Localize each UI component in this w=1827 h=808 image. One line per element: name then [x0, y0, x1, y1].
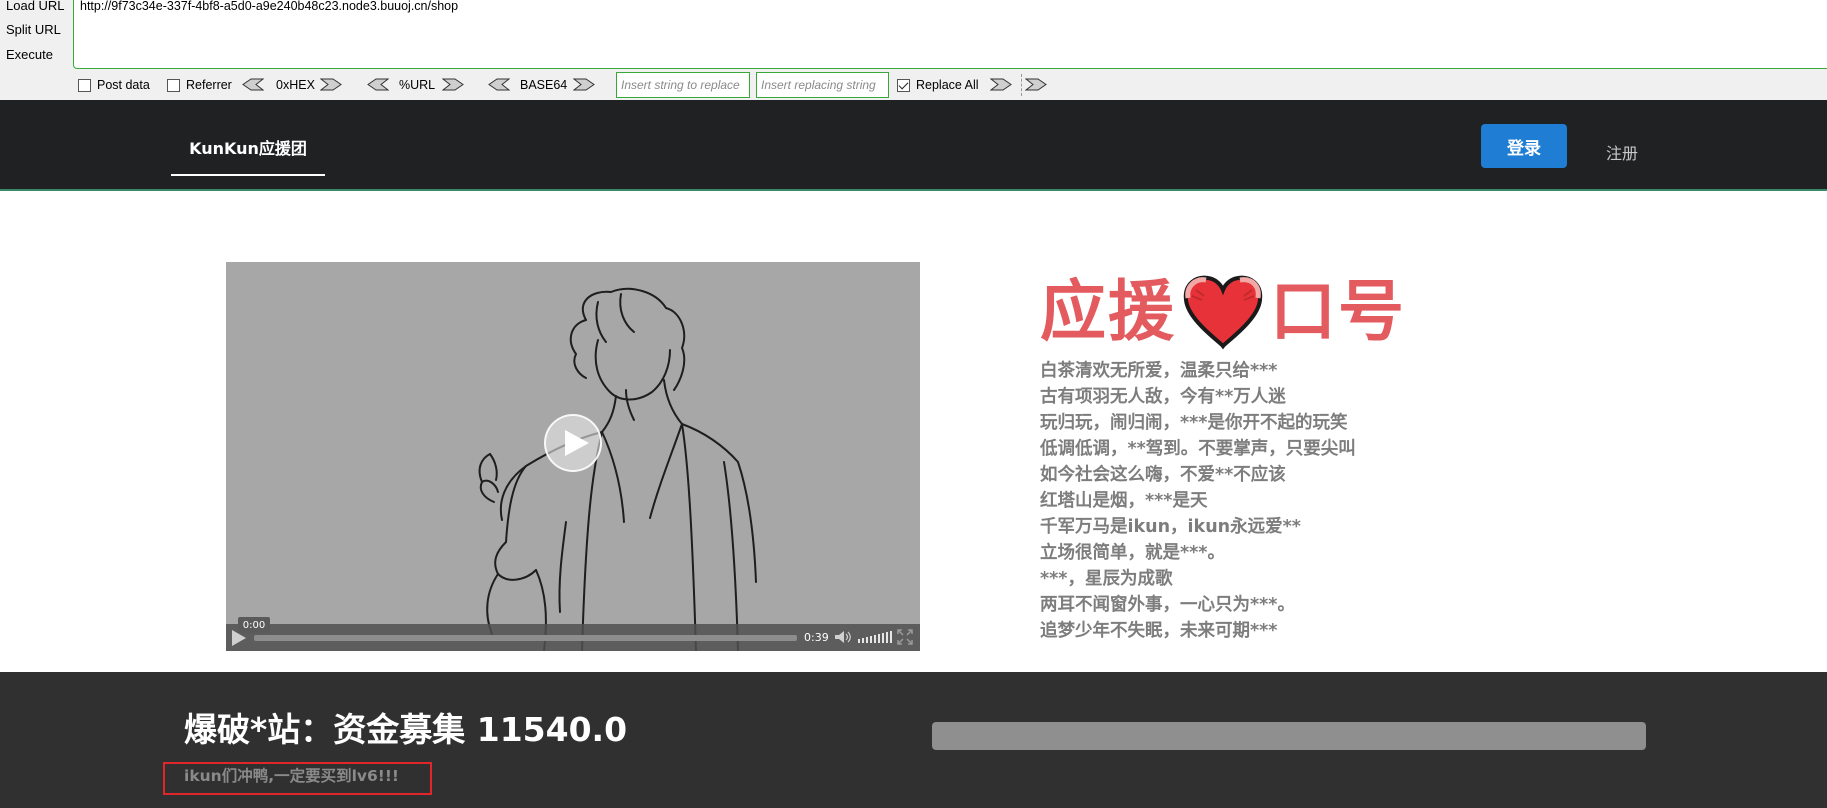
slogan-line: ***，星辰为成歌 — [1040, 569, 1173, 589]
post-data-label: Post data — [97, 78, 150, 92]
fullscreen-icon[interactable] — [897, 629, 913, 645]
volume-slider[interactable] — [858, 630, 894, 644]
extra-action-arrow-icon[interactable] — [1025, 78, 1047, 91]
video-progress-bar[interactable] — [254, 635, 797, 641]
funding-title: 爆破*站：资金募集 11540.0 — [184, 710, 628, 749]
replace-with-input[interactable]: Insert replacing string — [756, 72, 889, 98]
slogan-line: 立场很简单，就是***。 — [1040, 543, 1225, 563]
replace-all-label: Replace All — [916, 78, 979, 92]
play-overlay-button[interactable] — [544, 414, 602, 472]
replace-run-arrow-icon[interactable] — [990, 78, 1012, 91]
slogan-title-right: 口号 — [1270, 273, 1406, 350]
base64-encoder-label: BASE64 — [520, 78, 568, 92]
slogan-line: 玩归玩，闹归闹，***是你开不起的玩笑 — [1040, 413, 1348, 433]
checkbox-checked-icon[interactable] — [897, 78, 910, 92]
toolbar-divider — [1021, 74, 1022, 96]
replace-all-checkbox[interactable]: Replace All — [897, 76, 979, 94]
volume-icon[interactable] — [834, 630, 852, 644]
load-url-button[interactable]: Load URL — [6, 0, 65, 13]
register-link[interactable]: 注册 — [1606, 140, 1638, 164]
slogan-line: 低调低调，**驾到。不要掌声，只要尖叫 — [1040, 439, 1356, 459]
slogan-line: 千军万马是ikun，ikun永远爱** — [1040, 517, 1301, 537]
current-time-tooltip: 0:00 — [238, 617, 270, 633]
url-text: http://9f73c34e-337f-4bf8-a5d0-a9e240b48… — [80, 0, 459, 13]
hackbar-toolbar: Load URL Split URL Execute http://9f73c3… — [0, 0, 1827, 100]
checkbox-icon[interactable] — [167, 78, 180, 92]
funding-progress-bar — [932, 722, 1646, 750]
referrer-checkbox[interactable]: Referrer — [167, 76, 232, 94]
brand-link[interactable]: KunKun应援团 — [171, 100, 325, 176]
execute-button[interactable]: Execute — [6, 47, 53, 62]
slogan-heading: 应援 口号 — [1040, 274, 1406, 350]
checkbox-icon[interactable] — [78, 78, 91, 92]
post-data-checkbox[interactable]: Post data — [78, 76, 150, 94]
slogan-line: 古有项羽无人敌，今有**万人迷 — [1040, 387, 1286, 407]
hackbar-side-menu: Load URL Split URL Execute — [0, 0, 72, 70]
brand-text: KunKun应援团 — [189, 139, 307, 158]
slogan-line: 白茶清欢无所爱，温柔只给*** — [1040, 361, 1278, 381]
replace-find-input[interactable]: Insert string to replace — [616, 72, 750, 98]
slogan-title-left: 应援 — [1040, 273, 1176, 350]
hex-encoder-label: 0xHEX — [276, 78, 315, 92]
slogan-line: 追梦少年不失眠，未来可期*** — [1040, 621, 1278, 641]
slogan-line: 红塔山是烟，***是天 — [1040, 491, 1208, 511]
base64-encode-left-arrow-icon[interactable] — [488, 78, 510, 91]
url-encoder-label: %URL — [399, 78, 436, 92]
base64-decode-right-arrow-icon[interactable] — [573, 78, 595, 91]
slogan-line: 如今社会这么嗨，不爱**不应该 — [1040, 465, 1286, 485]
url-textarea[interactable]: http://9f73c34e-337f-4bf8-a5d0-a9e240b48… — [73, 0, 1827, 69]
url-decode-right-arrow-icon[interactable] — [442, 78, 464, 91]
hex-encode-left-arrow-icon[interactable] — [242, 78, 264, 91]
hex-decode-right-arrow-icon[interactable] — [320, 78, 342, 91]
slogan-list: 白茶清欢无所爱，温柔只给*** 古有项羽无人敌，今有**万人迷 玩归玩，闹归闹，… — [1040, 358, 1356, 644]
heart-icon — [1183, 275, 1263, 350]
split-url-button[interactable]: Split URL — [6, 22, 61, 37]
url-encode-left-arrow-icon[interactable] — [367, 78, 389, 91]
login-button[interactable]: 登录 — [1481, 124, 1567, 168]
red-highlight-annotation — [163, 762, 432, 795]
referrer-label: Referrer — [186, 78, 232, 92]
video-duration: 0:39 — [804, 631, 829, 644]
slogan-line: 两耳不闻窗外事，一心只为***。 — [1040, 595, 1295, 615]
